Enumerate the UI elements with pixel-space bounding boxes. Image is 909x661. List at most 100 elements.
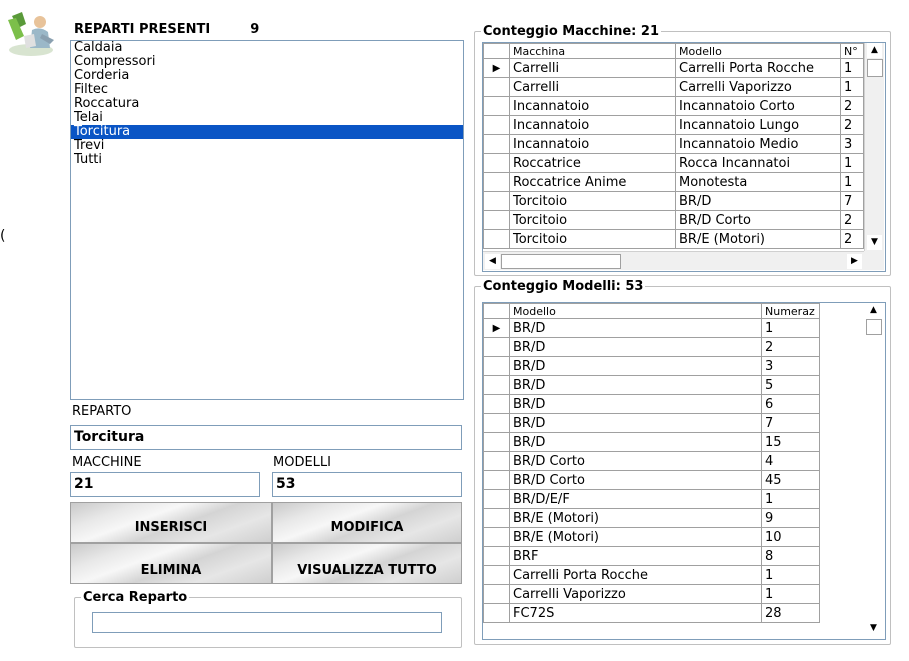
scroll-down-icon[interactable]: ▼ [866,621,881,636]
macchina-cell[interactable]: Torcitoio [509,191,676,211]
modello-cell[interactable]: Monotesta [675,172,841,192]
inserisci-button[interactable]: INSERISCI [70,502,272,543]
modelli-grid[interactable]: Modello Numeraz ▶ BR/D 1 BR/D 2 BR/D 3 BR/D 5 BR/… [482,302,886,640]
modelli-table-row[interactable]: BR/D 6 [483,394,820,414]
modello-cell[interactable]: BR/D Corto [675,210,841,230]
modelli-col-numerazione[interactable]: Numeraz [761,303,820,319]
modelli-table-row[interactable]: BR/D Corto 4 [483,451,820,471]
modelli-count-field[interactable]: 53 [272,472,462,497]
row-selector[interactable] [483,470,510,490]
modello-cell[interactable]: Carrelli Porta Rocche [675,58,841,78]
modello-cell[interactable]: BR/D [509,356,762,376]
macchine-table-row[interactable]: Torcitoio BR/D 7 [483,191,864,211]
modello-cell[interactable]: Incannatoio Corto [675,96,841,116]
row-selector[interactable] [483,134,510,154]
macchine-table-row[interactable]: Incannatoio Incannatoio Corto 2 [483,96,864,116]
modello-cell[interactable]: BR/D [509,375,762,395]
scroll-left-icon[interactable]: ◀ [485,254,500,269]
numero-cell[interactable]: 2 [840,96,864,116]
modello-cell[interactable]: BR/D [675,191,841,211]
numero-cell[interactable]: 2 [840,229,864,249]
numerazione-cell[interactable]: 5 [761,375,820,395]
reparto-list-item[interactable]: Compressori [71,55,463,69]
row-selector[interactable] [483,413,510,433]
modello-cell[interactable]: BR/D [509,413,762,433]
macchine-vertical-scrollbar[interactable]: ▲ ▼ [864,43,884,251]
cerca-reparto-input[interactable] [92,612,442,633]
modello-cell[interactable]: FC72S [509,603,762,623]
scroll-up-icon[interactable]: ▲ [866,303,881,318]
row-selector[interactable] [483,96,510,116]
numero-cell[interactable]: 2 [840,210,864,230]
macchina-cell[interactable]: Torcitoio [509,210,676,230]
row-selector[interactable] [483,584,510,604]
modello-cell[interactable]: BRF [509,546,762,566]
modelli-table-row[interactable]: BR/E (Motori) 10 [483,527,820,547]
macchina-cell[interactable]: Roccatrice Anime [509,172,676,192]
numerazione-cell[interactable]: 4 [761,451,820,471]
numerazione-cell[interactable]: 3 [761,356,820,376]
modello-cell[interactable]: Carrelli Vaporizzo [509,584,762,604]
numerazione-cell[interactable]: 1 [761,489,820,509]
row-selector[interactable] [483,432,510,452]
row-selector[interactable] [483,115,510,135]
numerazione-cell[interactable]: 10 [761,527,820,547]
numero-cell[interactable]: 1 [840,58,864,78]
current-row-pointer-icon[interactable]: ▶ [483,318,510,338]
modelli-col-modello[interactable]: Modello [509,303,762,319]
macchine-table-row[interactable]: ▶ Carrelli Carrelli Porta Rocche 1 [483,58,864,78]
elimina-button[interactable]: ELIMINA [70,543,272,584]
reparto-list-item[interactable]: Corderia [71,69,463,83]
modelli-table-row[interactable]: BR/E (Motori) 9 [483,508,820,528]
macchina-cell[interactable]: Carrelli [509,58,676,78]
modello-cell[interactable]: BR/D [509,337,762,357]
numerazione-cell[interactable]: 9 [761,508,820,528]
modello-cell[interactable]: BR/E (Motori) [509,527,762,547]
macchina-cell[interactable]: Incannatoio [509,96,676,116]
reparto-list-item[interactable]: Filtec [71,83,463,97]
macchine-table-row[interactable]: Roccatrice Rocca Incannatoi 1 [483,153,864,173]
modello-cell[interactable]: BR/D Corto [509,470,762,490]
reparto-list-item[interactable]: Torcitura [71,125,463,139]
macchina-cell[interactable]: Carrelli [509,77,676,97]
reparto-list-item[interactable]: Telai [71,111,463,125]
modelli-vertical-scrollbar[interactable]: ▲ ▼ [864,303,884,638]
numerazione-cell[interactable]: 45 [761,470,820,490]
modello-cell[interactable]: BR/D/E/F [509,489,762,509]
scroll-down-icon[interactable]: ▼ [867,235,882,250]
modello-cell[interactable]: BR/D [509,394,762,414]
modelli-table-row[interactable]: Carrelli Vaporizzo 1 [483,584,820,604]
modelli-table-row[interactable]: Carrelli Porta Rocche 1 [483,565,820,585]
reparto-list-item[interactable]: Caldaia [71,41,463,55]
reparto-field[interactable]: Torcitura [70,425,462,450]
modelli-table-row[interactable]: BRF 8 [483,546,820,566]
row-selector[interactable] [483,172,510,192]
macchine-col-macchina[interactable]: Macchina [509,43,676,59]
row-selector[interactable] [483,229,510,249]
numerazione-cell[interactable]: 15 [761,432,820,452]
reparto-list-item[interactable]: Tutti [71,153,463,167]
macchine-table-row[interactable]: Torcitoio BR/D Corto 2 [483,210,864,230]
row-selector[interactable] [483,603,510,623]
row-selector[interactable] [483,153,510,173]
row-selector[interactable] [483,546,510,566]
modello-cell[interactable]: BR/D [509,318,762,338]
numero-cell[interactable]: 2 [840,115,864,135]
macchina-cell[interactable]: Incannatoio [509,115,676,135]
numero-cell[interactable]: 7 [840,191,864,211]
modelli-table-row[interactable]: BR/D Corto 45 [483,470,820,490]
macchine-col-numero[interactable]: N° [840,43,864,59]
macchine-vscroll-thumb[interactable] [867,59,883,77]
macchine-table-row[interactable]: Incannatoio Incannatoio Medio 3 [483,134,864,154]
row-selector[interactable] [483,508,510,528]
macchina-cell[interactable]: Torcitoio [509,229,676,249]
macchine-col-modello[interactable]: Modello [675,43,841,59]
modelli-table-row[interactable]: FC72S 28 [483,603,820,623]
visualizza-tutto-button[interactable]: VISUALIZZA TUTTO [272,543,462,584]
modelli-table-row[interactable]: BR/D 5 [483,375,820,395]
row-selector[interactable] [483,394,510,414]
macchine-table-row[interactable]: Incannatoio Incannatoio Lungo 2 [483,115,864,135]
modello-cell[interactable]: BR/D Corto [509,451,762,471]
numero-cell[interactable]: 1 [840,153,864,173]
numerazione-cell[interactable]: 1 [761,318,820,338]
